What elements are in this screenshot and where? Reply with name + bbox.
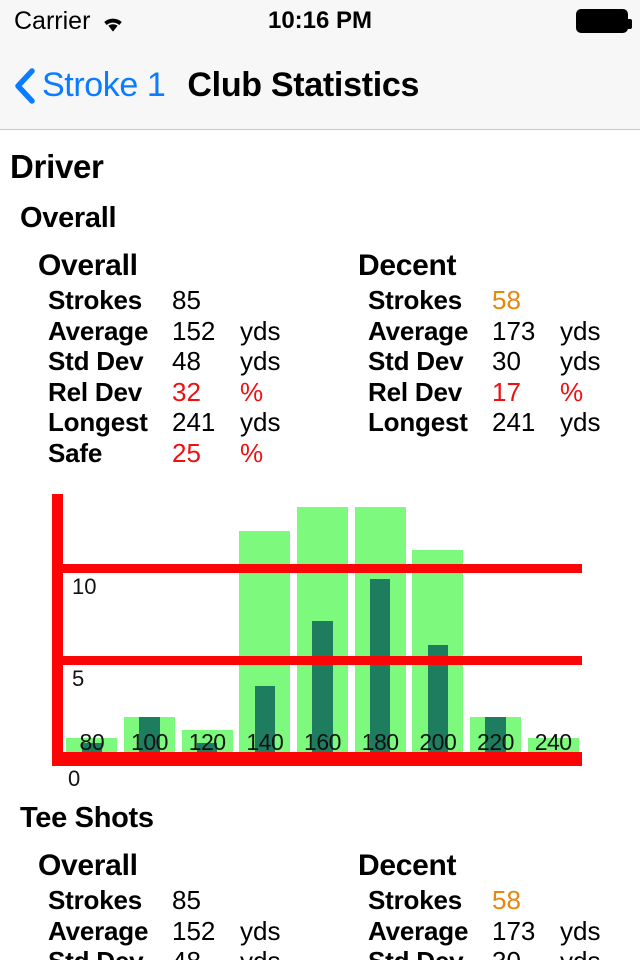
stat-label: Longest xyxy=(368,407,468,438)
battery-full-icon xyxy=(576,9,632,33)
stat-label: Average xyxy=(48,315,149,346)
stats-column-heading: Decent xyxy=(358,849,457,883)
table-row: Strokes 85 xyxy=(48,285,320,316)
table-row: Safe 25 % xyxy=(48,438,320,469)
stat-label: Longest xyxy=(48,407,148,438)
stat-unit: yds xyxy=(240,346,281,377)
table-row: Rel Dev 32 % xyxy=(48,377,320,408)
stat-value: 58 xyxy=(492,885,521,916)
chart-canvas: 80 100 120 140 160 180 200 220 240 5 10 0 xyxy=(0,486,640,791)
stat-unit: yds xyxy=(560,915,601,946)
stat-label: Strokes xyxy=(368,885,462,916)
navigation-bar: Stroke 1 Club Statistics xyxy=(0,42,640,130)
stat-unit: % xyxy=(240,376,264,407)
scroll-content[interactable]: Driver Overall Overall Strokes 85 Averag… xyxy=(0,130,640,960)
stats-table-overall: Overall Strokes 85 Average 152 yds Std D… xyxy=(0,249,640,468)
table-row: Average 152 yds xyxy=(48,916,320,947)
stat-label: Std Dev xyxy=(368,946,492,960)
chart-ytick-10: 10 xyxy=(72,573,97,599)
stat-value: 173 xyxy=(492,315,536,346)
stat-value: 85 xyxy=(172,285,201,315)
table-row: Rel Dev 17 % xyxy=(368,377,640,408)
stats-column-decent: Decent Strokes 58 Average 173 yds Std De… xyxy=(320,249,640,468)
club-name-heading: Driver xyxy=(10,148,104,185)
stat-value: 32 xyxy=(172,376,201,407)
stat-unit: yds xyxy=(560,946,600,960)
stat-label: Std Dev xyxy=(368,346,464,377)
stat-value: 30 xyxy=(492,346,521,377)
stat-value: 152 xyxy=(172,915,216,946)
stat-unit: yds xyxy=(560,315,601,346)
status-bar-clock: 10:16 PM xyxy=(267,7,373,34)
stat-label: Average xyxy=(368,315,469,346)
table-row: Strokes 85 xyxy=(48,885,320,916)
status-bar-right xyxy=(576,9,632,33)
chevron-left-icon[interactable] xyxy=(14,67,36,104)
chart-plot-area: 80 100 120 140 160 180 200 220 240 xyxy=(63,494,582,755)
stat-value: 241 xyxy=(172,407,216,438)
stat-unit: % xyxy=(240,437,264,468)
stat-value: 152 xyxy=(172,315,216,346)
stat-value: 241 xyxy=(492,407,536,438)
stats-column-heading: Decent xyxy=(358,249,457,282)
status-bar: Carrier 10:16 PM xyxy=(0,0,640,42)
table-row: Average 173 yds xyxy=(368,916,640,947)
section-heading-overall: Overall xyxy=(20,202,117,234)
stat-unit: yds xyxy=(240,407,281,438)
stats-column-heading: Overall xyxy=(38,249,138,282)
table-row: Longest 241 yds xyxy=(368,407,640,438)
stat-label: Rel Dev xyxy=(368,376,462,407)
stat-label: Strokes xyxy=(48,285,142,315)
stat-label: Strokes xyxy=(368,285,462,315)
stat-label: Std Dev xyxy=(48,946,172,960)
stat-label: Std Dev xyxy=(48,346,144,377)
stat-value: 58 xyxy=(492,285,521,315)
battery-tip xyxy=(628,19,632,29)
stats-table-tee-shots: Overall Strokes 85 Average 152 yds Std D… xyxy=(0,849,640,960)
stat-value: 48 xyxy=(172,346,201,377)
chart-x-axis xyxy=(52,752,582,767)
chart-gridline xyxy=(63,563,582,573)
stats-column-overall: Overall Strokes 85 Average 152 yds Std D… xyxy=(0,249,320,468)
chart-ytick-5: 5 xyxy=(72,666,85,692)
stat-label: Strokes xyxy=(48,885,142,916)
stat-value: 17 xyxy=(492,376,521,407)
stat-unit: yds xyxy=(560,407,601,438)
table-row: Average 152 yds xyxy=(48,316,320,347)
stat-value: 85 xyxy=(172,885,201,916)
table-row: Longest 241 yds xyxy=(48,407,320,438)
stat-value: 48 xyxy=(172,946,228,960)
table-row: Strokes 58 xyxy=(368,285,640,316)
stats-column-overall: Overall Strokes 85 Average 152 yds Std D… xyxy=(0,849,320,960)
stats-column-heading: Overall xyxy=(38,849,138,883)
chart-y-axis xyxy=(52,494,63,767)
stat-value: 25 xyxy=(172,437,201,468)
stats-column-decent: Decent Strokes 58 Average 173 yds Std De… xyxy=(320,849,640,960)
table-row: Average 173 yds xyxy=(368,316,640,347)
table-row: Std Dev 48 yds xyxy=(48,946,320,960)
back-button-label[interactable]: Stroke 1 xyxy=(42,66,166,105)
stat-unit: yds xyxy=(560,346,601,377)
table-row: Std Dev 48 yds xyxy=(48,346,320,377)
chart-bar-decent xyxy=(369,579,391,753)
stat-unit: yds xyxy=(240,946,280,960)
table-row: Std Dev 30 yds xyxy=(368,946,640,960)
section-heading-tee-shots: Tee Shots xyxy=(20,802,154,835)
stat-unit: % xyxy=(560,376,584,407)
table-row: Strokes 58 xyxy=(368,885,640,916)
stat-unit: yds xyxy=(240,315,281,346)
stat-label: Average xyxy=(48,915,149,946)
chart-ytick-0: 0 xyxy=(68,766,81,792)
page-title: Club Statistics xyxy=(187,66,420,104)
stat-value: 173 xyxy=(492,915,536,946)
stat-value: 30 xyxy=(492,946,548,960)
stat-label: Rel Dev xyxy=(48,376,142,407)
stat-unit: yds xyxy=(240,915,281,946)
chart-gridline xyxy=(63,656,582,666)
stat-label: Safe xyxy=(48,437,103,468)
stat-label: Average xyxy=(368,915,469,946)
table-row: Std Dev 30 yds xyxy=(368,346,640,377)
distance-histogram-chart: 80 100 120 140 160 180 200 220 240 5 10 0 xyxy=(0,486,640,791)
